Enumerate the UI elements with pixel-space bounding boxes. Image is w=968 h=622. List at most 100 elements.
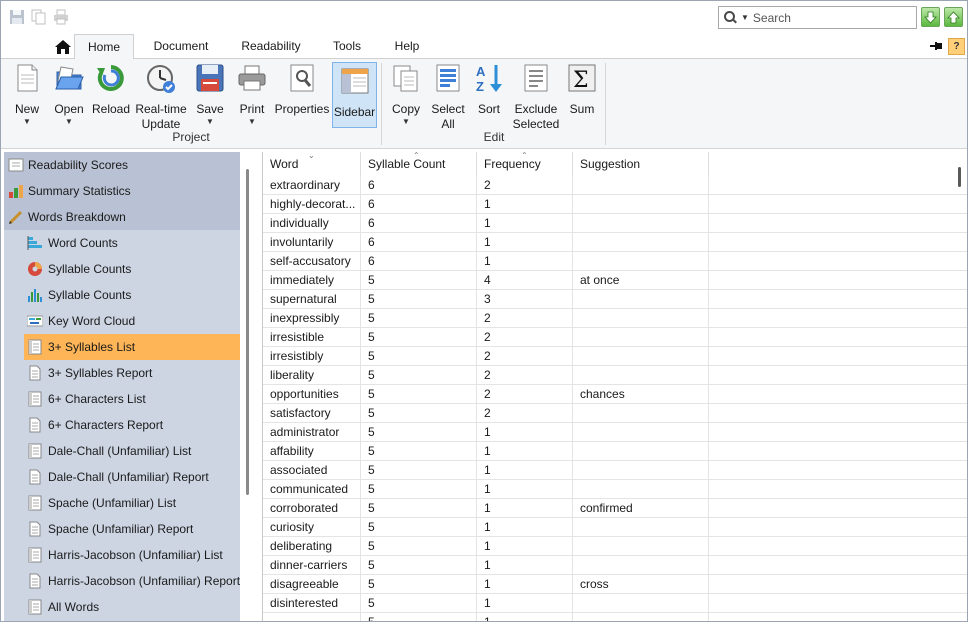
sort-button[interactable]: AZ Sort <box>473 62 505 117</box>
table-row[interactable]: highly-decorat... 6 1 <box>263 195 967 214</box>
sidebar-item-key-word-cloud[interactable]: Key Word Cloud <box>24 308 240 334</box>
sidebar-item-label: Syllable Counts <box>48 262 132 276</box>
table-row[interactable]: opportunities 5 2 chances <box>263 385 967 404</box>
new-document-icon <box>17 64 38 92</box>
sort-az-icon: AZ <box>476 64 502 94</box>
column-header-syllable-count[interactable]: ⌃ Syllable Count <box>361 152 477 176</box>
table-cell: 5 <box>361 461 477 480</box>
table-row[interactable]: liberality 5 2 <box>263 366 967 385</box>
select-all-label: Select All <box>431 102 465 131</box>
new-button[interactable]: New ▼ <box>9 62 45 127</box>
search-box[interactable]: ▼ <box>718 6 917 29</box>
table-cell <box>573 195 709 214</box>
help-button[interactable]: ? <box>948 38 965 55</box>
save-icon[interactable] <box>9 9 25 25</box>
table-row[interactable]: communicated 5 1 <box>263 480 967 499</box>
table-cell: 2 <box>477 347 573 366</box>
properties-button[interactable]: Properties <box>273 62 331 117</box>
chevron-down-icon[interactable]: ▼ <box>741 13 749 22</box>
reload-button[interactable]: Reload <box>91 62 131 117</box>
print-icon <box>238 65 266 91</box>
copy-icon[interactable] <box>31 9 47 25</box>
column-header-word[interactable]: ⌄ Word <box>263 152 361 176</box>
sidebar-item-syllable-counts-bar[interactable]: Syllable Counts <box>24 282 240 308</box>
sidebar-item-all-words[interactable]: All Words <box>24 594 240 620</box>
table-row[interactable]: immediately 5 4 at once <box>263 271 967 290</box>
sidebar-item-readability-scores[interactable]: Readability Scores <box>4 152 240 178</box>
table-cell: inexpressibly <box>263 309 361 328</box>
reload-icon <box>97 65 124 91</box>
table-cell <box>573 537 709 556</box>
print-button[interactable]: Print ▼ <box>235 62 269 127</box>
table-cell: 5 <box>361 271 477 290</box>
sidebar-scrollbar[interactable] <box>246 169 249 495</box>
column-header-frequency[interactable]: ⌃ Frequency <box>477 152 573 176</box>
home-icon[interactable] <box>53 37 73 57</box>
table-cell: 5 <box>361 575 477 594</box>
table-row[interactable]: individually 6 1 <box>263 214 967 233</box>
tab-home[interactable]: Home <box>74 34 134 60</box>
copy-button[interactable]: Copy ▼ <box>388 62 424 127</box>
table-row[interactable]: affability 5 1 <box>263 442 967 461</box>
tab-readability[interactable]: Readability <box>233 34 309 59</box>
tab-tools[interactable]: Tools <box>323 34 371 59</box>
table-row[interactable]: associated 5 1 <box>263 461 967 480</box>
table-row[interactable]: disagreeable 5 1 cross <box>263 575 967 594</box>
table-row[interactable]: supernatural 5 3 <box>263 290 967 309</box>
table-row[interactable]: 51 <box>263 613 967 621</box>
sidebar-item-dale-chall-report[interactable]: Dale-Chall (Unfamiliar) Report <box>24 464 240 490</box>
tab-document[interactable]: Document <box>142 34 220 59</box>
search-input[interactable] <box>752 10 903 25</box>
open-button[interactable]: Open ▼ <box>51 62 87 127</box>
save-button[interactable]: Save ▼ <box>193 62 227 127</box>
table-row[interactable]: irresistibly 5 2 <box>263 347 967 366</box>
sidebar-item-words-breakdown[interactable]: Words Breakdown <box>4 204 240 230</box>
sidebar-item-6-characters-report[interactable]: 6+ Characters Report <box>24 412 240 438</box>
table-row[interactable]: administrator 5 1 <box>263 423 967 442</box>
sidebar-item-6-characters-list[interactable]: 6+ Characters List <box>24 386 240 412</box>
table-row[interactable]: inexpressibly 5 2 <box>263 309 967 328</box>
sidebar-item-3-syllables-report[interactable]: 3+ Syllables Report <box>24 360 240 386</box>
table-row[interactable]: self-accusatory 6 1 <box>263 252 967 271</box>
sidebar-item-word-counts[interactable]: Word Counts <box>24 230 240 256</box>
sidebar-item-3-syllables-list[interactable]: 3+ Syllables List <box>24 334 240 360</box>
sidebar-item-dale-chall-list[interactable]: Dale-Chall (Unfamiliar) List <box>24 438 240 464</box>
table-row[interactable]: involuntarily 6 1 <box>263 233 967 252</box>
sidebar-item-summary-statistics[interactable]: Summary Statistics <box>4 178 240 204</box>
sidebar-item-syllable-counts-pie[interactable]: Syllable Counts <box>24 256 240 282</box>
table-row[interactable]: irresistible 5 2 <box>263 328 967 347</box>
app-window: ▼ Home Document Readability Tools Help ?… <box>0 0 968 622</box>
table-row[interactable]: disinterested 5 1 <box>263 594 967 613</box>
realtime-update-button[interactable]: Real-time Update <box>133 62 189 132</box>
table-row[interactable]: corroborated 5 1 confirmed <box>263 499 967 518</box>
table-row[interactable]: extraordinary 6 2 <box>263 176 967 195</box>
search-previous-button[interactable] <box>944 7 963 27</box>
table-cell: 6 <box>361 233 477 252</box>
column-header-suggestion[interactable]: Suggestion <box>573 152 709 176</box>
table-cell <box>573 214 709 233</box>
search-icon <box>719 7 741 28</box>
sidebar-item-spache-list[interactable]: Spache (Unfamiliar) List <box>24 490 240 516</box>
exclude-selected-icon <box>524 64 548 92</box>
table-row[interactable]: satisfactory 5 2 <box>263 404 967 423</box>
print-icon[interactable] <box>53 9 69 25</box>
search-next-button[interactable] <box>921 7 940 27</box>
table-cell <box>263 613 361 621</box>
table-row[interactable]: dinner-carriers 5 1 <box>263 556 967 575</box>
exclude-selected-button[interactable]: Exclude Selected <box>511 62 561 132</box>
sum-button[interactable]: Σ Sum <box>566 62 598 117</box>
table-scrollbar[interactable] <box>958 167 961 187</box>
sidebar-item-harris-jacobson-report[interactable]: Harris-Jacobson (Unfamiliar) Report <box>24 568 240 594</box>
sidebar-item-spache-report[interactable]: Spache (Unfamiliar) Report <box>24 516 240 542</box>
sidebar-item-harris-jacobson-list[interactable]: Harris-Jacobson (Unfamiliar) List <box>24 542 240 568</box>
pin-icon[interactable] <box>930 40 942 52</box>
table-row[interactable]: deliberating 5 1 <box>263 537 967 556</box>
sidebar-toggle-button[interactable]: Sidebar <box>332 62 377 128</box>
word-counts-chart-icon <box>27 236 42 250</box>
table-cell: deliberating <box>263 537 361 556</box>
table-row[interactable]: curiosity 5 1 <box>263 518 967 537</box>
select-all-button[interactable]: Select All <box>429 62 467 132</box>
table-cell: cross <box>573 575 709 594</box>
table-cell: corroborated <box>263 499 361 518</box>
tab-help[interactable]: Help <box>386 34 428 59</box>
